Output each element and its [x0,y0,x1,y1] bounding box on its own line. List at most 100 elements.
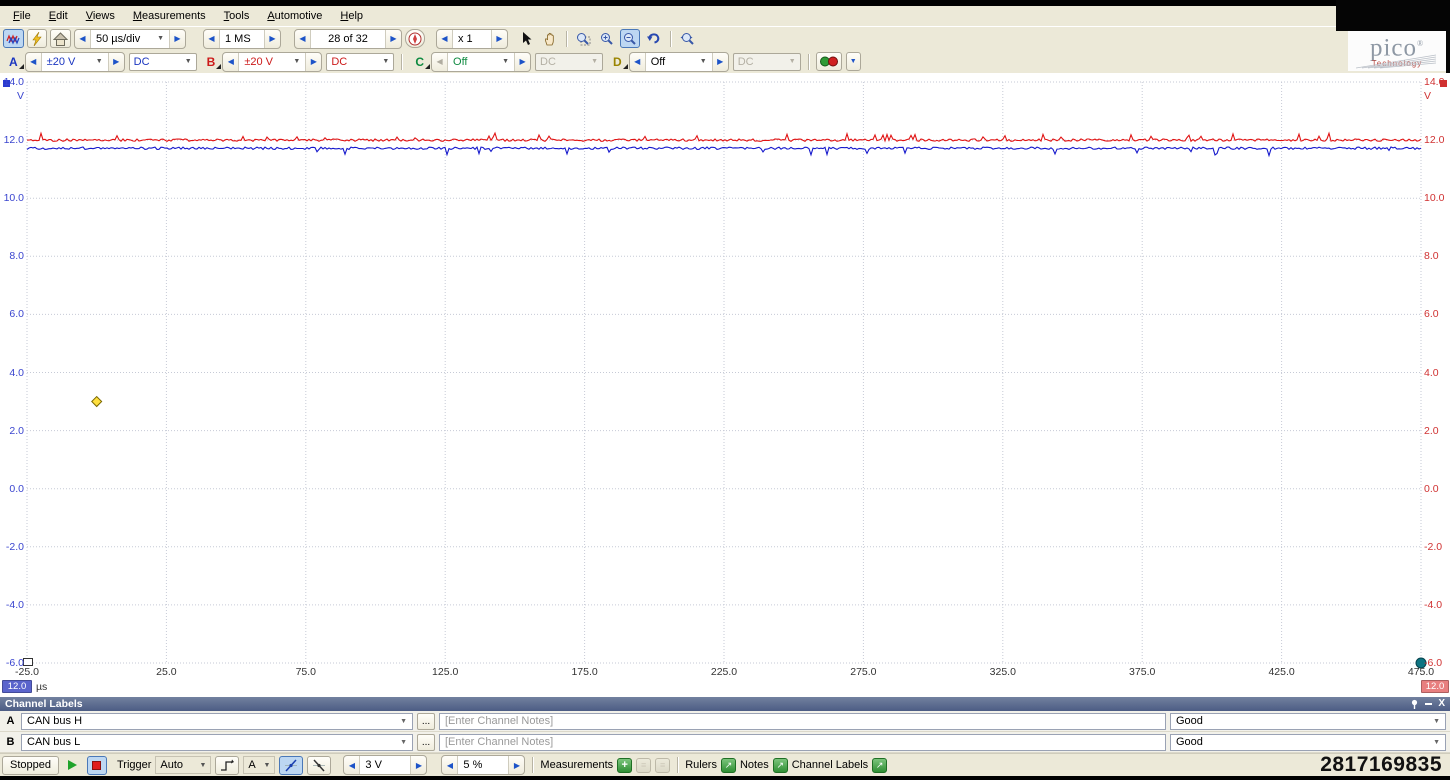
pre-trigger-increase-arrow[interactable]: ▶ [509,756,524,774]
menu-bar: File Edit Views Measurements Tools Autom… [0,6,1450,26]
logo-fan-lines [1356,53,1438,69]
channel-c-range-decrease-arrow[interactable]: ◀ [432,53,447,71]
pre-trigger-decrease-arrow[interactable]: ◀ [442,756,457,774]
channel-a-label-select[interactable]: CAN bus H▼ [21,713,413,730]
run-state-button[interactable]: Stopped [2,756,59,775]
channel-a-range-select[interactable]: ±20 V▼ [41,53,109,71]
channel-a-notes-input[interactable] [439,713,1166,730]
timebase-spinner: ◀ 50 µs/div▼ ▶ [74,29,186,49]
picoscope-window: File Edit Views Measurements Tools Autom… [0,0,1450,780]
pre-trigger-field[interactable]: 5 % [457,756,509,774]
timebase-decrease-arrow[interactable]: ◀ [75,30,90,48]
current-scope-view-button[interactable] [3,29,24,48]
zoom-in-tool-button[interactable] [597,29,617,48]
probe-status-dropdown-button[interactable]: ▼ [846,52,861,71]
channel-c-range-select[interactable]: Off▼ [447,53,515,71]
samples-decrease-arrow[interactable]: ◀ [204,30,219,48]
pointer-tool-button[interactable] [517,29,537,48]
channel-b-label-edit-button[interactable]: ... [417,734,435,751]
channel-a-label[interactable]: A [7,55,21,69]
zoom-decrease-arrow[interactable]: ◀ [437,30,452,48]
notes-button[interactable]: ↗ [773,758,788,773]
row-a-channel-letter: A [4,715,17,727]
falling-edge-button[interactable] [307,756,331,775]
pin-icon[interactable] [1410,699,1419,710]
timebase-increase-arrow[interactable]: ▶ [170,30,185,48]
zoom-extent-icon [680,32,696,46]
channel-d-range-select[interactable]: Off ▼ [645,53,713,71]
menu-help[interactable]: Help [331,8,372,24]
timebase-value: 50 µs/div [96,33,140,45]
buffer-next-arrow[interactable]: ▶ [386,30,401,48]
zoom-out-icon [623,32,637,46]
stop-button[interactable] [87,756,107,775]
channel-a-label-edit-button[interactable]: ... [417,713,435,730]
scope-canvas[interactable] [0,73,1450,697]
advanced-trigger-button[interactable] [215,756,239,775]
zoom-factor-field[interactable]: x 1 [452,30,492,48]
chevron-down-icon: ▼ [695,58,707,65]
channel-a-coupling-select[interactable]: DC▼ [129,53,197,71]
hand-icon [543,32,557,46]
trigger-level-increase-arrow[interactable]: ▶ [411,756,426,774]
close-icon[interactable]: X [1438,699,1445,709]
connect-device-button[interactable] [27,29,47,48]
zoom-full-button[interactable] [677,29,699,48]
menu-measurements[interactable]: Measurements [124,8,215,24]
menu-automotive[interactable]: Automotive [258,8,331,24]
pan-tool-button[interactable] [540,29,560,48]
start-button[interactable] [63,756,83,775]
channel-b-label[interactable]: B [205,55,219,69]
zoom-window-tool-button[interactable] [573,29,594,48]
channel-b-status-value: Good [1176,736,1203,748]
buffer-previous-arrow[interactable]: ◀ [295,30,310,48]
timebase-select[interactable]: 50 µs/div▼ [90,30,170,48]
undo-zoom-button[interactable] [643,29,664,48]
menu-edit[interactable]: Edit [40,8,77,24]
channel-labels-button[interactable]: ↗ [872,758,887,773]
channel-d-label[interactable]: D [611,55,625,69]
trigger-mode-select[interactable]: Auto▼ [155,756,211,774]
channel-b-range-select[interactable]: ±20 V▼ [238,53,306,71]
samples-increase-arrow[interactable]: ▶ [265,30,280,48]
minimize-icon[interactable] [1425,703,1432,705]
channel-b-notes-input[interactable] [439,734,1166,751]
channel-d-range-value: Off [651,56,665,68]
channel-b-coupling-select[interactable]: DC▼ [326,53,394,71]
measurements-label: Measurements [540,759,613,771]
channel-b-range-decrease-arrow[interactable]: ◀ [223,53,238,71]
trigger-level-field[interactable]: 3 V [359,756,411,774]
channel-b-status-select[interactable]: Good▼ [1170,734,1446,751]
buffer-position-field[interactable]: 28 of 32 [310,30,386,48]
zoom-increase-arrow[interactable]: ▶ [492,30,507,48]
zoom-out-tool-button[interactable] [620,29,640,48]
channel-a-range-decrease-arrow[interactable]: ◀ [26,53,41,71]
channel-c-label[interactable]: C [413,55,427,69]
channel-c-range-increase-arrow[interactable]: ▶ [515,53,530,71]
channel-a-status-select[interactable]: Good▼ [1170,713,1446,730]
end-marker [1416,658,1426,668]
scope-view[interactable]: 14.014.012.012.010.010.08.08.06.06.04.04… [0,73,1450,697]
channel-b-range-increase-arrow[interactable]: ▶ [306,53,321,71]
channel-a-range-increase-arrow[interactable]: ▶ [109,53,124,71]
buffer-overview-button[interactable] [405,29,425,48]
statusbar-separator [532,757,533,773]
rulers-button[interactable]: ↗ [721,758,736,773]
chevron-down-icon: ▼ [850,58,857,65]
chevron-down-icon: ▼ [784,58,796,65]
channel-b-label-select[interactable]: CAN bus L▼ [21,734,413,751]
probe-status-button[interactable] [816,52,842,71]
channel-d-range-decrease-arrow[interactable]: ◀ [630,53,645,71]
menu-file[interactable]: File [4,8,40,24]
rising-edge-button[interactable] [279,756,303,775]
home-button[interactable] [50,29,71,48]
menu-views[interactable]: Views [77,8,124,24]
add-measurement-button[interactable]: + [617,758,632,773]
trigger-source-select[interactable]: A▼ [243,756,275,774]
menu-tools[interactable]: Tools [215,8,259,24]
channel-d-range-increase-arrow[interactable]: ▶ [713,53,728,71]
trigger-level-decrease-arrow[interactable]: ◀ [344,756,359,774]
samples-field[interactable]: 1 MS [219,30,265,48]
channel-a-coupling-value: DC [134,56,150,68]
channel-d-range-spinner: ◀ Off ▼ ▶ [629,52,729,72]
